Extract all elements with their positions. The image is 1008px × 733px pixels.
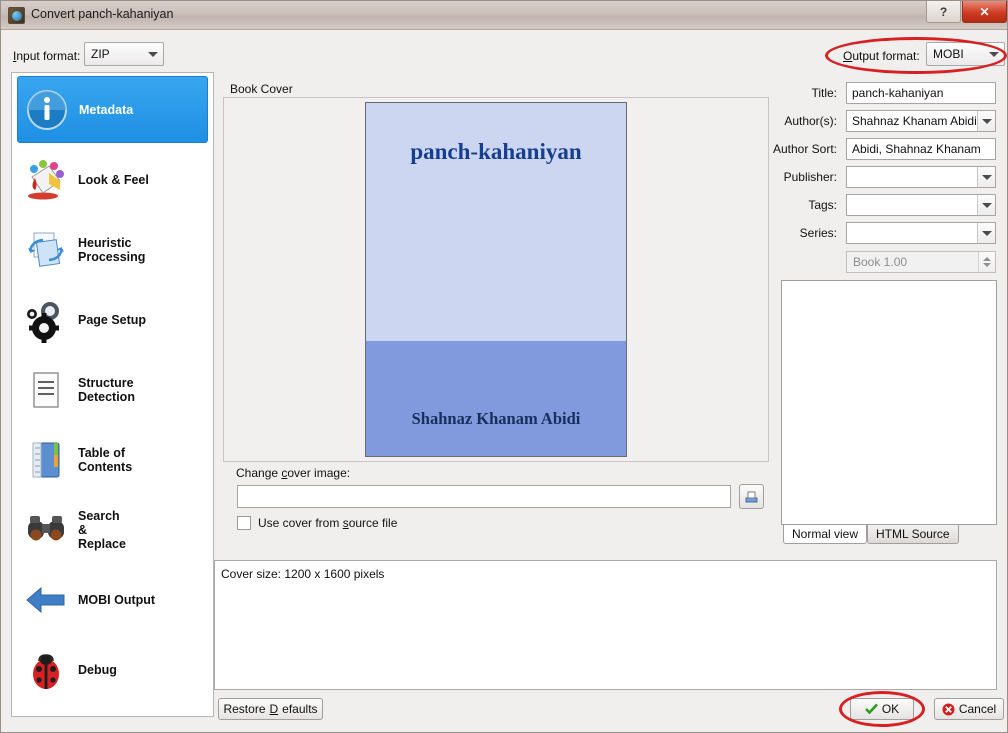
- field-value-2: Abidi, Shahnaz Khanam: [852, 142, 981, 156]
- status-panel: Cover size: 1200 x 1600 pixels: [214, 560, 997, 690]
- sidebar-item-label: Structure Detection: [78, 375, 135, 404]
- change-cover-label: Change cover image:: [236, 466, 351, 480]
- notebook-icon: [23, 437, 69, 483]
- input-format-label: Input format:: [13, 49, 81, 63]
- cancel-button[interactable]: Cancel: [934, 698, 1004, 720]
- input-format-dropdown[interactable]: ZIP: [84, 42, 164, 66]
- cover-title-text: panch-kahaniyan: [410, 139, 582, 164]
- settings-sidebar[interactable]: Metadata Look & Feel Heuristic Processing P…: [11, 72, 214, 717]
- field-input-2[interactable]: Abidi, Shahnaz Khanam: [846, 138, 996, 160]
- chevron-down-icon[interactable]: [977, 111, 995, 131]
- ladybug-icon: [23, 647, 69, 693]
- sidebar-item-metadata[interactable]: Metadata: [17, 76, 208, 143]
- cover-path-input[interactable]: [237, 485, 731, 508]
- sidebar-item-structure-detection[interactable]: Structure Detection: [17, 356, 208, 423]
- sidebar-item-label: Debug: [78, 662, 117, 677]
- sidebar-item-look-feel[interactable]: Look & Feel: [17, 146, 208, 213]
- use-source-cover-row[interactable]: Use cover from source file: [237, 516, 397, 530]
- field-label-2: Author Sort:: [772, 142, 837, 156]
- field-input-0[interactable]: panch-kahaniyan: [846, 82, 996, 104]
- output-format-dropdown[interactable]: MOBI: [926, 42, 1005, 66]
- field-input-5[interactable]: [846, 222, 996, 244]
- ok-label: OK: [881, 702, 900, 716]
- sidebar-item-label: Search & Replace: [78, 508, 126, 551]
- title-bar: Convert panch-kahaniyan ? ✕: [1, 1, 1007, 30]
- cover-preview-area[interactable]: panch-kahaniyan Shahnaz Khanam Abidi: [223, 97, 769, 462]
- convert-dialog: Convert panch-kahaniyan ? ✕ Input format…: [0, 0, 1008, 733]
- paint-bucket-icon: [23, 157, 69, 203]
- field-label-3: Publisher:: [783, 170, 837, 184]
- help-button[interactable]: ?: [926, 1, 961, 23]
- sidebar-item-mobi-output[interactable]: MOBI Output: [17, 566, 208, 633]
- chevron-down-icon[interactable]: [977, 195, 995, 215]
- spinner-down-icon: [983, 263, 991, 267]
- field-label-0: Title:: [811, 86, 837, 100]
- chevron-down-icon: [984, 43, 1004, 65]
- sidebar-item-label: Page Setup: [78, 312, 147, 327]
- tab-html-source[interactable]: HTML Source: [867, 525, 959, 544]
- folder-open-icon: [745, 491, 758, 502]
- binoculars-icon: [23, 507, 69, 553]
- series-index-spinner[interactable]: Book 1.00: [846, 251, 996, 273]
- book-cover-group-label: Book Cover: [227, 82, 296, 96]
- gears-icon: [23, 297, 69, 343]
- sidebar-item-label: MOBI Output: [78, 592, 156, 607]
- cover-author-text: Shahnaz Khanam Abidi: [411, 409, 581, 428]
- left-arrow-icon: [23, 577, 69, 623]
- close-button[interactable]: ✕: [962, 1, 1007, 23]
- field-input-1[interactable]: Shahnaz Khanam Abidi: [846, 110, 996, 132]
- output-format-value: MOBI: [933, 47, 964, 61]
- sidebar-item-search-replace[interactable]: Search & Replace: [17, 496, 208, 563]
- sidebar-item-label: Table of Contents: [78, 445, 133, 474]
- sidebar-item-table-of-contents[interactable]: Table of Contents: [17, 426, 208, 493]
- comments-tabs[interactable]: Normal view HTML Source: [783, 525, 959, 544]
- use-source-cover-checkbox[interactable]: [237, 516, 251, 530]
- spinner-arrows[interactable]: [978, 252, 995, 272]
- field-input-4[interactable]: [846, 194, 996, 216]
- cover-image: panch-kahaniyan Shahnaz Khanam Abidi: [365, 102, 627, 457]
- spinner-up-icon: [983, 257, 991, 261]
- chevron-down-icon: [143, 43, 163, 65]
- green-check-icon: [864, 703, 878, 715]
- field-input-3[interactable]: [846, 166, 996, 188]
- output-format-label: Output format:: [843, 49, 920, 63]
- field-label-1: Author(s):: [784, 114, 837, 128]
- field-value-1: Shahnaz Khanam Abidi: [852, 114, 977, 128]
- field-label-5: Series:: [799, 226, 837, 240]
- info-icon: [24, 87, 70, 133]
- use-source-cover-label: Use cover from source file: [258, 516, 398, 530]
- calibre-app-icon: [8, 7, 25, 24]
- cover-band: [366, 341, 626, 456]
- window-buttons: ? ✕: [925, 1, 1007, 24]
- field-label-4: Tags:: [808, 198, 837, 212]
- sidebar-item-label: Look & Feel: [78, 172, 149, 187]
- chevron-down-icon[interactable]: [977, 167, 995, 187]
- document-lines-icon: [23, 367, 69, 413]
- sidebar-item-heuristic-processing[interactable]: Heuristic Processing: [17, 216, 208, 283]
- window-title: Convert panch-kahaniyan: [31, 7, 174, 21]
- status-text: Cover size: 1200 x 1600 pixels: [221, 567, 385, 581]
- cancel-label: Cancel: [958, 702, 997, 716]
- ok-button[interactable]: OK: [850, 698, 914, 720]
- restore-defaults-button[interactable]: Restore Defaults: [218, 698, 323, 720]
- tab-normal-view[interactable]: Normal view: [783, 525, 868, 544]
- chevron-down-icon[interactable]: [977, 223, 995, 243]
- browse-cover-button[interactable]: [739, 484, 764, 509]
- comments-editor[interactable]: [781, 280, 997, 525]
- series-index-value: Book 1.00: [853, 255, 908, 269]
- field-value-0: panch-kahaniyan: [852, 86, 944, 100]
- pages-swap-icon: [23, 227, 69, 273]
- sidebar-item-label: Heuristic Processing: [78, 235, 146, 264]
- sidebar-item-label: Metadata: [79, 102, 134, 117]
- red-x-circle-icon: [942, 703, 955, 715]
- input-format-value: ZIP: [91, 47, 110, 61]
- sidebar-item-debug[interactable]: Debug: [17, 636, 208, 703]
- sidebar-item-page-setup[interactable]: Page Setup: [17, 286, 208, 353]
